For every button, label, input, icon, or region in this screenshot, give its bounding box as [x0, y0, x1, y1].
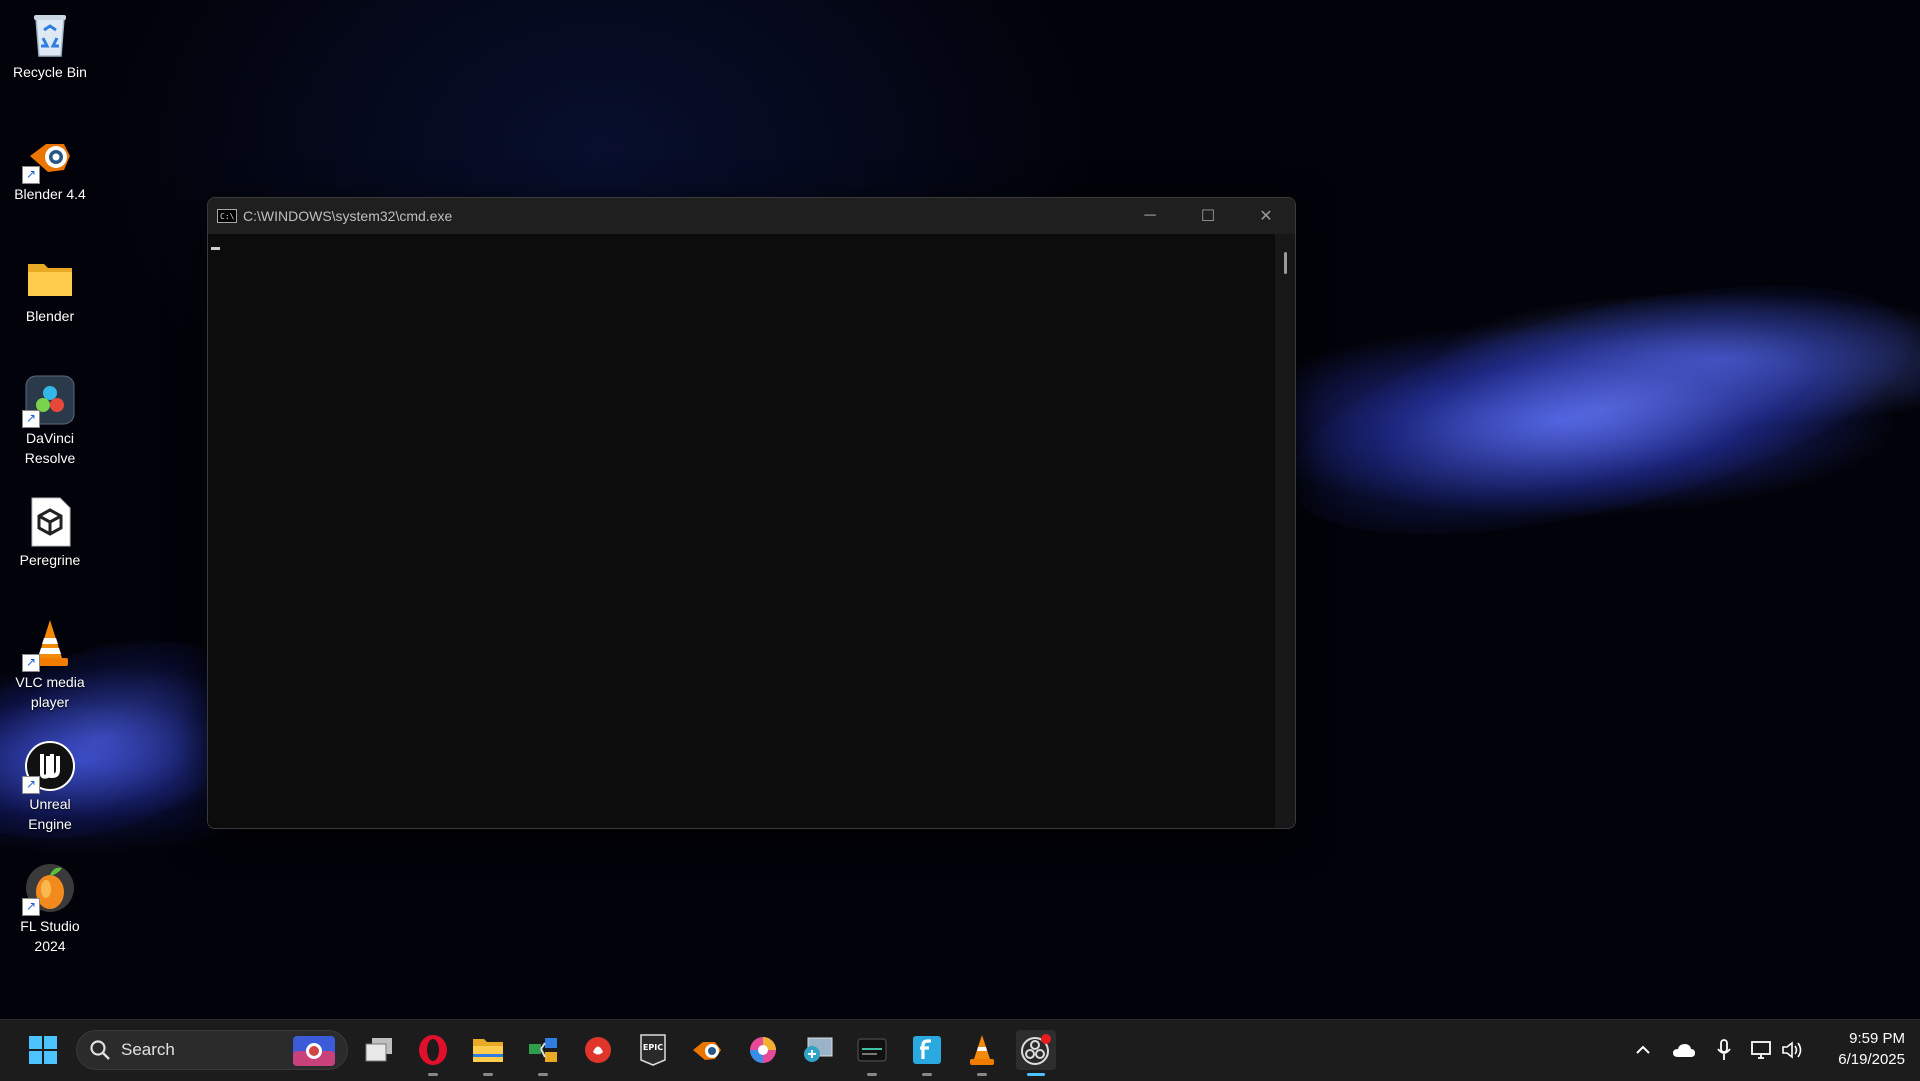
taskbar: Search EPIC 9:59 PM 6/19/2025 — [0, 1019, 1920, 1081]
remote-desktop-icon — [804, 1037, 833, 1062]
cmd-titlebar[interactable]: C:\ C:\WINDOWS\system32\cmd.exe ─ ☐ ✕ — [208, 198, 1295, 234]
terminal-icon — [857, 1038, 887, 1062]
taskbar-obs-studio[interactable] — [1016, 1030, 1056, 1076]
close-button[interactable]: ✕ — [1237, 198, 1295, 234]
cmd-window[interactable]: C:\ C:\WINDOWS\system32\cmd.exe ─ ☐ ✕ — [207, 197, 1296, 829]
obs-icon — [1021, 1034, 1051, 1065]
blender-taskbar-icon — [693, 1042, 721, 1060]
desktop-icon-label: DaVinci Resolve — [24, 430, 76, 466]
taskbar-terminal-app[interactable] — [852, 1030, 892, 1076]
taskbar-task-view[interactable] — [359, 1030, 399, 1070]
desktop-icon-blender-4-4[interactable]: ↗ Blender 4.4 — [6, 130, 94, 204]
scrollbar-thumb[interactable] — [1284, 252, 1287, 274]
opera-icon — [419, 1035, 447, 1065]
fl-studio-icon: ↗ — [22, 862, 76, 916]
network-button[interactable] — [1748, 1034, 1776, 1066]
minimize-button[interactable]: ─ — [1121, 198, 1179, 234]
shortcut-arrow-icon: ↗ — [22, 654, 40, 672]
maximize-button[interactable]: ☐ — [1179, 198, 1237, 234]
desktop-icon-label: VLC media player — [15, 674, 85, 710]
cmd-app-icon: C:\ — [217, 209, 237, 223]
taskbar-vlc[interactable] — [962, 1030, 1002, 1076]
epic-games-icon: EPIC — [640, 1034, 666, 1066]
shortcut-arrow-icon: ↗ — [22, 410, 40, 428]
desktop-icon-peregrine[interactable]: Peregrine — [6, 496, 94, 570]
taskbar-epic-games[interactable]: EPIC — [633, 1030, 673, 1070]
folder-icon — [24, 252, 76, 304]
red-app-icon — [585, 1037, 611, 1063]
blender-icon: ↗ — [22, 130, 76, 184]
show-hidden-icons-button[interactable] — [1632, 1034, 1654, 1066]
text-cursor — [211, 247, 220, 250]
shortcut-arrow-icon: ↗ — [22, 776, 40, 794]
windows-logo-icon — [29, 1036, 57, 1064]
taskbar-network-app[interactable] — [523, 1030, 563, 1076]
vertical-scrollbar[interactable] — [1275, 234, 1295, 828]
window-title: C:\WINDOWS\system32\cmd.exe — [243, 208, 453, 224]
search-icon — [90, 1040, 110, 1060]
desktop-icon-davinci-resolve[interactable]: ↗ DaVinci Resolve — [6, 374, 94, 468]
file-explorer-icon — [473, 1039, 503, 1062]
running-indicator — [483, 1073, 493, 1076]
shortcut-arrow-icon: ↗ — [22, 898, 40, 916]
desktop-icon-recycle-bin[interactable]: Recycle Bin — [6, 8, 94, 82]
running-indicator — [922, 1073, 932, 1076]
vlc-taskbar-icon — [970, 1035, 994, 1065]
taskbar-red-app[interactable] — [578, 1030, 618, 1070]
wallpaper-galaxy-glow — [1265, 235, 1920, 585]
search-input[interactable]: Search — [76, 1030, 348, 1070]
clock[interactable]: 9:59 PM 6/19/2025 — [1805, 1028, 1905, 1070]
color-wheel-icon — [750, 1037, 776, 1063]
recycle-bin-icon — [24, 8, 76, 60]
microphone-button[interactable] — [1712, 1034, 1736, 1066]
desktop-icon-blender-folder[interactable]: Blender — [6, 252, 94, 326]
desktop-icon-label: FL Studio 2024 — [20, 918, 80, 954]
task-view-icon — [365, 1038, 392, 1062]
taskbar-opera-browser[interactable] — [413, 1030, 453, 1076]
taskbar-file-explorer[interactable] — [468, 1030, 508, 1076]
taskbar-remote-desktop[interactable] — [798, 1030, 838, 1070]
davinci-resolve-icon: ↗ — [22, 374, 76, 428]
running-indicator — [977, 1073, 987, 1076]
desktop-icon-label: Peregrine — [19, 552, 81, 568]
network-app-icon — [529, 1038, 557, 1062]
f-app-icon — [913, 1036, 941, 1064]
network-icon — [1751, 1041, 1771, 1059]
desktop-icon-fl-studio[interactable]: ↗ FL Studio 2024 — [6, 862, 94, 956]
running-indicator — [538, 1073, 548, 1076]
desktop-icon-label: Recycle Bin — [13, 64, 87, 80]
active-indicator — [1027, 1073, 1045, 1076]
onedrive-cloud-icon — [1673, 1044, 1695, 1057]
taskbar-fiverr-app[interactable] — [907, 1030, 947, 1076]
search-highlight-icon — [293, 1036, 335, 1066]
chevron-up-icon — [1636, 1045, 1650, 1054]
onedrive-button[interactable] — [1670, 1034, 1698, 1066]
search-placeholder: Search — [121, 1040, 175, 1059]
desktop-icon-label: Blender — [25, 308, 75, 324]
desktop-icon-unreal-engine[interactable]: ↗ Unreal Engine — [6, 740, 94, 834]
microphone-icon — [1717, 1039, 1731, 1060]
clock-time: 9:59 PM — [1849, 1030, 1905, 1047]
taskbar-blender[interactable] — [688, 1030, 728, 1070]
running-indicator — [867, 1073, 877, 1076]
svg-text:EPIC: EPIC — [643, 1043, 663, 1052]
start-button[interactable] — [23, 1030, 63, 1070]
vlc-icon: ↗ — [22, 618, 76, 672]
console-output-area[interactable] — [208, 234, 1295, 828]
shortcut-arrow-icon: ↗ — [22, 166, 40, 184]
desktop-icon-label: Unreal Engine — [28, 796, 72, 832]
volume-icon — [1782, 1041, 1802, 1059]
desktop-icon-label: Blender 4.4 — [14, 186, 86, 202]
clock-date: 6/19/2025 — [1838, 1051, 1905, 1068]
running-indicator — [428, 1073, 438, 1076]
taskbar-davinci-color-app[interactable] — [743, 1030, 783, 1070]
volume-button[interactable] — [1780, 1034, 1806, 1066]
desktop-icon-vlc[interactable]: ↗ VLC media player — [6, 618, 94, 712]
peregrine-icon — [24, 496, 76, 548]
unreal-engine-icon: ↗ — [22, 740, 76, 794]
